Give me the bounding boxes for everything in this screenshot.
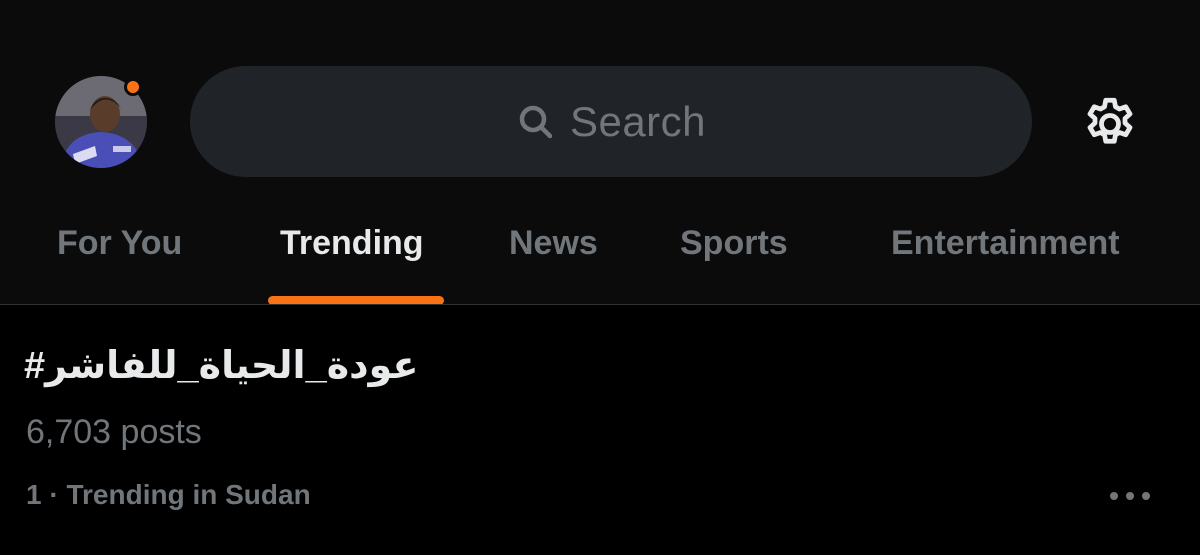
more-horizontal-icon[interactable]	[1106, 488, 1154, 504]
search-icon	[519, 105, 553, 138]
tab-for-you[interactable]: For You	[57, 212, 187, 305]
tab-entertainment[interactable]: Entertainment	[891, 212, 1146, 305]
top-bar: Search For You Trending News Sports Ente…	[0, 0, 1200, 305]
trend-rank-location: 1 · Trending in Sudan	[26, 479, 311, 510]
tab-label: News	[509, 224, 598, 262]
trend-hashtag: #عودة_الحياة_للفاشر	[24, 345, 419, 387]
search-placeholder: Search	[569, 97, 707, 145]
tab-label: Entertainment	[891, 224, 1120, 262]
notification-dot	[124, 78, 142, 96]
search-bar[interactable]: Search	[190, 66, 1032, 177]
gear-icon[interactable]	[1080, 94, 1140, 154]
tab-trending[interactable]: Trending	[268, 212, 444, 305]
tab-label: Trending	[280, 224, 424, 262]
trend-item[interactable]: #عودة_الحياة_للفاشر 6,703 posts 1 · Tren…	[0, 305, 1200, 555]
tab-bar: For You Trending News Sports Entertainme…	[0, 212, 1200, 305]
tab-label: Sports	[680, 224, 788, 262]
tab-label: For You	[57, 224, 183, 262]
trend-post-count: 6,703 posts	[26, 413, 202, 451]
tab-sports[interactable]: Sports	[680, 212, 800, 305]
tab-news[interactable]: News	[509, 212, 609, 305]
